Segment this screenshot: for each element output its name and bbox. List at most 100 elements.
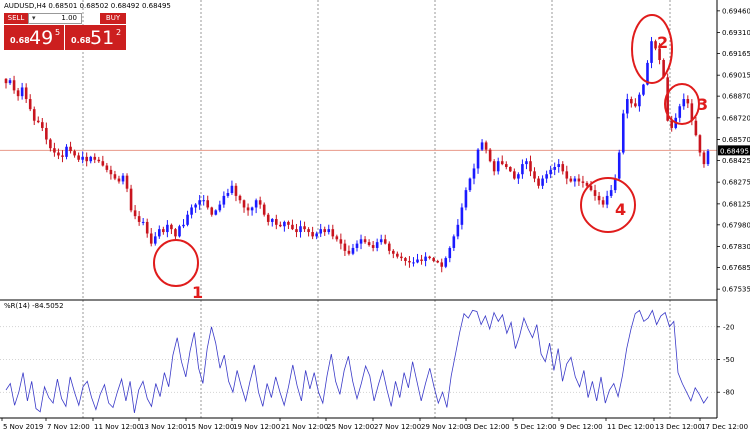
candle-body	[682, 99, 686, 107]
candle-body	[149, 233, 153, 244]
buy-price-sup: 2	[116, 28, 122, 37]
candle-body	[420, 259, 423, 261]
candle-body	[275, 219, 278, 225]
candle-body	[153, 236, 157, 244]
annotation-number: 2	[657, 33, 668, 52]
buy-button[interactable]: BUY	[100, 13, 126, 24]
candle-body	[561, 164, 565, 172]
sell-price-button[interactable]: 0.68 49 5	[4, 25, 64, 50]
candle-body	[121, 175, 125, 182]
lot-size-value: 1.00	[61, 14, 77, 22]
candle-body	[416, 259, 419, 263]
candle-body	[557, 164, 561, 167]
candle-body	[291, 224, 294, 230]
price-tick-label: 0.69460	[722, 7, 750, 15]
time-tick-label: 5 Nov 2019	[3, 423, 43, 431]
candle-body	[400, 256, 403, 259]
candle-body	[323, 229, 327, 233]
candle-body	[642, 84, 645, 95]
candle-body	[258, 200, 262, 205]
price-tick-label: 0.68570	[722, 136, 750, 144]
candle-body	[363, 239, 367, 243]
candle-body	[178, 226, 181, 237]
candle-body	[609, 190, 613, 196]
candle-body	[319, 229, 322, 234]
candle-body	[444, 258, 448, 267]
candle-body	[335, 236, 339, 240]
lot-dropdown-arrow-icon[interactable]: ▾	[32, 14, 36, 23]
price-tick-label: 0.69015	[722, 72, 750, 80]
candle-body	[113, 174, 117, 179]
candle-body	[706, 151, 710, 165]
candle-body	[621, 113, 625, 153]
candle-body	[133, 210, 137, 217]
candle-body	[480, 142, 484, 150]
sell-button[interactable]: SELL	[4, 13, 28, 24]
sell-price-prefix: 0.68	[10, 36, 30, 45]
candle-body	[49, 139, 52, 149]
candle-body	[573, 178, 577, 182]
candle-body	[472, 168, 476, 179]
candle-body	[109, 169, 113, 175]
candle-body	[387, 243, 391, 251]
candle-body	[521, 164, 524, 175]
candle-body	[702, 152, 706, 165]
candle-body	[202, 200, 205, 202]
candle-body	[186, 214, 189, 225]
candle-body	[359, 239, 363, 244]
candle-body	[456, 224, 460, 237]
time-tick-label: 29 Nov 12:00	[421, 423, 468, 431]
candle-body	[517, 174, 520, 179]
time-tick-label: 17 Dec 12:00	[701, 423, 748, 431]
price-tick-label: 0.67685	[722, 264, 750, 272]
candle-body	[626, 99, 629, 114]
candle-body	[367, 242, 371, 246]
candle-body	[117, 178, 121, 182]
candle-body	[343, 243, 347, 251]
annotation-number: 3	[697, 95, 708, 114]
buy-price-big: 51	[90, 27, 115, 49]
candle-body	[436, 260, 439, 263]
candle-body	[214, 210, 218, 215]
time-tick-label: 25 Nov 12:00	[327, 423, 374, 431]
time-tick-label: 21 Nov 12:00	[281, 423, 328, 431]
candle-body	[141, 221, 145, 223]
buy-price-button[interactable]: 0.68 51 2	[65, 25, 126, 50]
lot-size-input[interactable]: ▾ 1.00	[28, 13, 82, 24]
sell-price-sup: 5	[55, 28, 61, 37]
price-chart[interactable]: 0.694600.693100.691650.690150.688700.687…	[0, 0, 750, 433]
candle-body	[61, 155, 64, 157]
candle-body	[266, 214, 270, 222]
candle-body	[468, 178, 472, 191]
price-tick-label: 0.68275	[722, 179, 750, 187]
candle-body	[222, 195, 226, 205]
candle-body	[428, 256, 431, 259]
candle-body	[73, 151, 76, 156]
candle-body	[452, 236, 456, 248]
candle-body	[246, 207, 250, 211]
candle-body	[698, 135, 702, 153]
candle-body	[299, 226, 302, 233]
candle-body	[581, 181, 585, 183]
candle-body	[174, 229, 177, 237]
candle-body	[125, 175, 129, 189]
candle-body	[432, 258, 435, 261]
sell-price-big: 49	[29, 27, 54, 49]
candle-body	[392, 250, 395, 254]
candle-body	[492, 161, 496, 172]
candle-body	[476, 149, 480, 169]
candle-body	[283, 221, 286, 227]
candle-body	[375, 242, 379, 248]
candle-body	[496, 161, 500, 172]
candle-body	[210, 207, 214, 215]
candle-body	[331, 229, 335, 237]
candle-body	[678, 106, 682, 118]
candle-body	[230, 185, 234, 194]
candle-body	[311, 232, 314, 237]
time-tick-label: 11 Nov 12:00	[94, 423, 141, 431]
candle-body	[162, 229, 165, 233]
candle-body	[8, 80, 12, 84]
candle-body	[198, 200, 201, 205]
candle-body	[634, 103, 637, 107]
candle-body	[89, 156, 93, 162]
